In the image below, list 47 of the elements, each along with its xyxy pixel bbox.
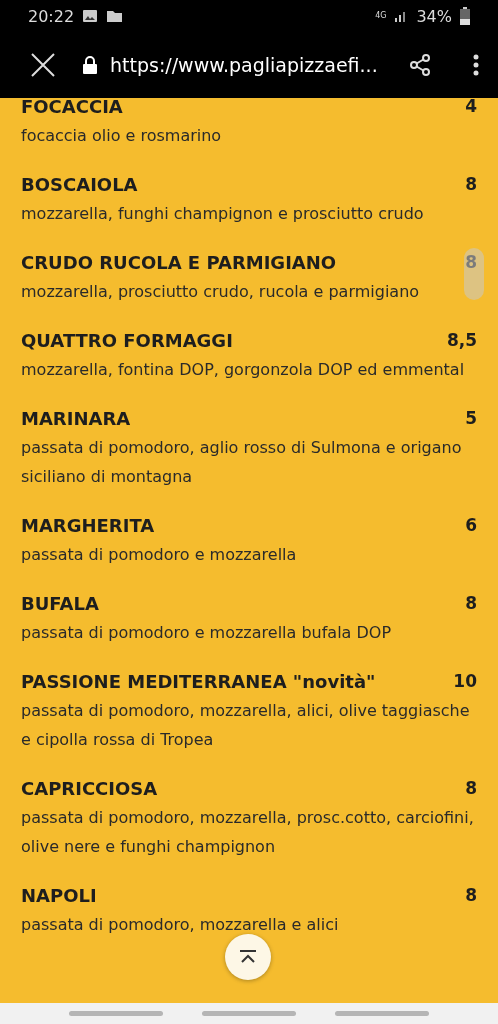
dish-description: focaccia olio e rosmarino [21, 125, 223, 147]
nav-handle[interactable] [69, 1011, 164, 1016]
close-icon[interactable] [30, 52, 56, 78]
dish-price: 8 [465, 884, 477, 907]
url-field[interactable]: https://www.pagliapizzaefi... [110, 54, 396, 76]
dish-price: 8 [465, 592, 477, 615]
dish-description: passata di pomodoro, mozzarella, prosc.cotto, carciofini, olive nere e funghi champignon [21, 807, 475, 858]
dish-name: QUATTRO FORMAGGI [21, 329, 233, 353]
dish-name: BUFALA [21, 592, 99, 616]
dish-name: NAPOLI [21, 884, 97, 908]
dish-name: CRUDO RUCOLA E PARMIGIANO [21, 251, 337, 275]
dish-price: 5 [465, 407, 477, 430]
dish-price: 6 [465, 514, 477, 537]
dish-name: PASSIONE MEDITERRANEA "novità" [21, 670, 376, 694]
clock: 20:22 [28, 6, 75, 26]
dish-price: 10 [453, 670, 477, 693]
dish-description: passata di pomodoro, mozzarella, alici, olive taggiasche e cipolla rossa di Tropea [21, 700, 471, 751]
network-label: 4G [375, 12, 387, 20]
battery-percent: 34% [416, 6, 452, 26]
dish-description: passata di pomodoro, mozzarella e alici [21, 914, 340, 936]
dish-price: 8,5 [446, 329, 477, 352]
more-icon[interactable] [472, 53, 480, 77]
battery-icon [460, 7, 470, 25]
dish-description: mozzarella, funghi champignon e prosciutto crudo [21, 203, 425, 225]
folder-icon [106, 9, 124, 23]
dish-name: MARINARA [21, 407, 131, 431]
scroll-top-icon [238, 949, 258, 965]
dish-price: 8 [465, 173, 477, 196]
dish-description: passata di pomodoro, aglio rosso di Sulmona e origano siciliano di montagna [21, 437, 463, 488]
dish-name: FOCACCIA [21, 98, 123, 119]
dish-name: CAPRICCIOSA [21, 777, 158, 801]
dish-description: mozzarella, fontina DOP, gorgonzola DOP ed emmental [21, 359, 466, 381]
dish-description: passata di pomodoro e mozzarella [21, 544, 298, 566]
nav-handle[interactable] [334, 1011, 429, 1016]
dish-name: MARGHERITA [21, 514, 155, 538]
dish-price: 8 [465, 251, 477, 274]
dish-price: 8 [465, 777, 477, 800]
share-icon[interactable] [408, 53, 432, 77]
dish-name: BOSCAIOLA [21, 173, 138, 197]
lock-icon [82, 56, 98, 74]
dish-description: passata di pomodoro e mozzarella bufala DOP [21, 622, 393, 644]
dish-description: mozzarella, prosciutto crudo, rucola e parmigiano [21, 281, 421, 303]
image-icon [82, 9, 99, 23]
scroll-to-top-button[interactable] [225, 934, 271, 980]
dish-price: 4 [465, 98, 477, 118]
nav-handle[interactable] [202, 1011, 296, 1016]
scroll-thumb[interactable] [464, 248, 484, 300]
